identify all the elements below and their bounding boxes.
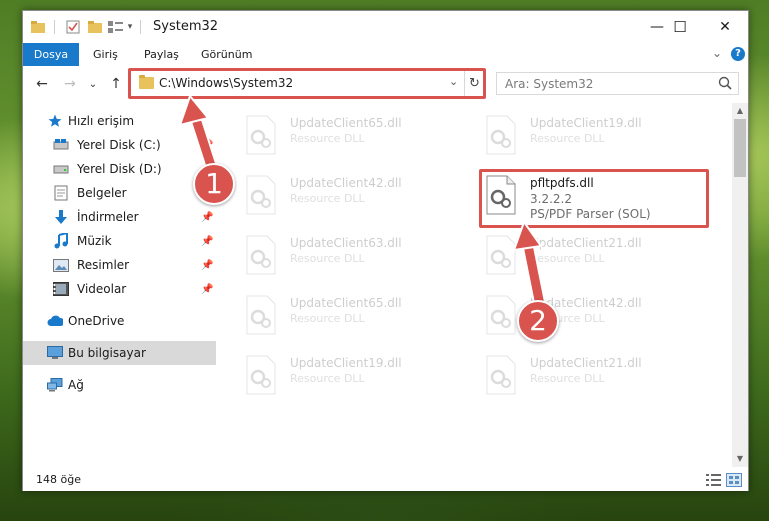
step-1-badge: 1 <box>193 163 235 205</box>
arrow-to-file <box>512 219 547 312</box>
annotation-arrows <box>178 93 547 312</box>
step-2-badge: 2 <box>517 300 559 342</box>
